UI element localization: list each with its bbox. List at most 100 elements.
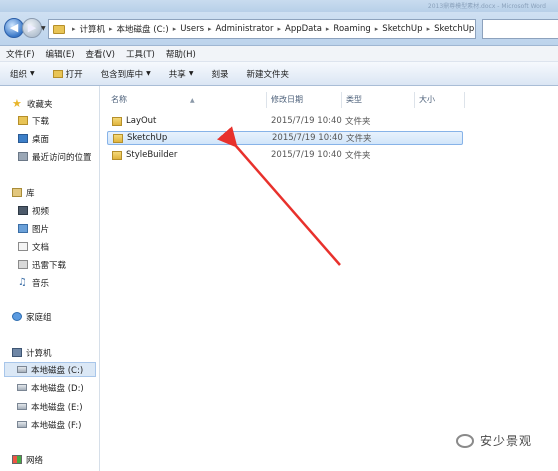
organize-button[interactable]: 组织 ▼ bbox=[10, 68, 35, 80]
file-type: 文件夹 bbox=[345, 117, 371, 127]
menu-edit[interactable]: 编辑(E) bbox=[46, 48, 75, 60]
nav-label: 计算机 bbox=[26, 348, 52, 359]
nav-label: 本地磁盘 (D:) bbox=[31, 383, 84, 394]
network-icon bbox=[12, 455, 22, 464]
crumb-roaming[interactable]: Roaming bbox=[333, 24, 370, 34]
nav-xunlei-downloads[interactable]: 迅雷下载 bbox=[18, 257, 66, 272]
chevron-right-icon[interactable]: ▸ bbox=[326, 25, 330, 33]
window-title: 2013鼎尊模型素材.docx - Microsoft Word bbox=[427, 3, 546, 10]
nav-label: 桌面 bbox=[32, 134, 50, 145]
crumb-computer[interactable]: 计算机 bbox=[80, 23, 106, 35]
back-button[interactable]: ◀ bbox=[4, 18, 24, 38]
new-folder-button[interactable]: 新建文件夹 bbox=[246, 68, 289, 80]
nav-desktop[interactable]: 桌面 bbox=[18, 131, 49, 146]
nav-label: 迅雷下载 bbox=[32, 260, 67, 271]
chevron-right-icon[interactable]: ▸ bbox=[277, 25, 281, 33]
nav-computer[interactable]: 计算机 bbox=[12, 345, 52, 360]
document-icon bbox=[18, 242, 28, 251]
command-bar: 组织 ▼ 打开 包含到库中 ▼ 共享 ▼ 刻录 新建文件夹 bbox=[0, 62, 558, 86]
organize-label: 组织 bbox=[10, 69, 28, 80]
open-folder-icon bbox=[52, 69, 63, 78]
nav-label: 视频 bbox=[32, 206, 50, 217]
column-header-type[interactable]: 类型 bbox=[342, 92, 415, 108]
search-input[interactable] bbox=[482, 19, 558, 39]
burn-button[interactable]: 刻录 bbox=[211, 68, 228, 80]
music-note-icon: ♫ bbox=[18, 277, 27, 288]
chevron-right-icon[interactable]: ▸ bbox=[208, 25, 212, 33]
menu-help[interactable]: 帮助(H) bbox=[166, 48, 196, 60]
column-label: 名称 bbox=[111, 95, 127, 104]
nav-drive-f[interactable]: 本地磁盘 (F:) bbox=[17, 417, 81, 432]
desktop-icon bbox=[18, 134, 28, 143]
share-label: 共享 bbox=[168, 69, 186, 80]
menu-file[interactable]: 文件(F) bbox=[6, 48, 35, 60]
nav-homegroup[interactable]: 家庭组 bbox=[12, 309, 52, 324]
nav-label: 最近访问的位置 bbox=[32, 152, 92, 163]
menu-view[interactable]: 查看(V) bbox=[86, 48, 115, 60]
chevron-right-icon[interactable]: ▸ bbox=[109, 25, 113, 33]
title-bar: 2013鼎尊模型素材.docx - Microsoft Word bbox=[0, 0, 558, 12]
hard-drive-icon bbox=[17, 421, 27, 428]
computer-icon bbox=[12, 348, 22, 357]
nav-documents[interactable]: 文档 bbox=[18, 239, 49, 254]
burn-label: 刻录 bbox=[211, 69, 229, 80]
chevron-right-icon[interactable]: ▸ bbox=[72, 25, 76, 33]
nav-label: 下载 bbox=[32, 116, 50, 127]
nav-label: 家庭组 bbox=[26, 312, 52, 323]
chevron-right-icon[interactable]: ▸ bbox=[427, 25, 431, 33]
chevron-right-icon[interactable]: ▸ bbox=[173, 25, 177, 33]
sort-ascending-icon: ▲ bbox=[190, 97, 195, 104]
crumb-sketchup[interactable]: SketchUp bbox=[382, 24, 422, 34]
nav-label: 音乐 bbox=[32, 278, 50, 289]
dropdown-icon: ▼ bbox=[188, 70, 194, 77]
nav-favorites[interactable]: ★ 收藏夹 bbox=[12, 96, 53, 111]
file-row-layout[interactable]: LayOut 2015/7/19 10:40 文件夹 bbox=[107, 114, 463, 128]
nav-label: 库 bbox=[26, 188, 35, 199]
download-icon bbox=[18, 260, 28, 269]
dropdown-icon: ▼ bbox=[30, 70, 35, 77]
column-header-date[interactable]: 修改日期 bbox=[267, 92, 342, 108]
file-row-stylebuilder[interactable]: StyleBuilder 2015/7/19 10:40 文件夹 bbox=[107, 148, 463, 162]
chevron-right-icon[interactable]: ▸ bbox=[375, 25, 379, 33]
watermark-text: 安少景观 bbox=[480, 434, 533, 448]
open-button[interactable]: 打开 bbox=[52, 68, 83, 80]
crumb-users[interactable]: Users bbox=[180, 24, 204, 34]
nav-label: 网络 bbox=[26, 455, 44, 466]
crumb-drive-c[interactable]: 本地磁盘 (C:) bbox=[117, 23, 169, 35]
nav-drive-e[interactable]: 本地磁盘 (E:) bbox=[17, 399, 83, 414]
nav-label: 文档 bbox=[32, 242, 50, 253]
nav-music[interactable]: ♫ 音乐 bbox=[18, 275, 49, 290]
file-row-sketchup[interactable]: SketchUp 2015/7/19 10:40 文件夹 bbox=[107, 131, 463, 145]
menu-tools[interactable]: 工具(T) bbox=[126, 48, 155, 60]
address-bar[interactable]: ▸ 计算机 ▸ 本地磁盘 (C:) ▸ Users ▸ Administrato… bbox=[48, 19, 476, 39]
nav-label: 本地磁盘 (F:) bbox=[31, 420, 82, 431]
nav-recent-places[interactable]: 最近访问的位置 bbox=[18, 149, 92, 164]
include-label: 包含到库中 bbox=[100, 69, 144, 80]
nav-pictures[interactable]: 图片 bbox=[18, 221, 49, 236]
nav-label: 本地磁盘 (E:) bbox=[31, 402, 83, 413]
share-button[interactable]: 共享 ▼ bbox=[169, 68, 194, 80]
nav-downloads[interactable]: 下载 bbox=[18, 113, 49, 128]
hard-drive-icon bbox=[17, 384, 27, 391]
menu-bar: 文件(F) 编辑(E) 查看(V) 工具(T) 帮助(H) bbox=[0, 46, 558, 62]
nav-network[interactable]: 网络 bbox=[12, 452, 43, 467]
file-type: 文件夹 bbox=[346, 134, 372, 144]
crumb-sketchup-2015[interactable]: SketchUp 2015 bbox=[434, 24, 475, 34]
recent-pages-dropdown-icon[interactable]: ▼ bbox=[41, 25, 46, 32]
forward-button[interactable]: ▶ bbox=[22, 18, 42, 38]
include-in-library-button[interactable]: 包含到库中 ▼ bbox=[101, 68, 151, 80]
crumb-administrator[interactable]: Administrator bbox=[216, 24, 274, 34]
nav-drive-d[interactable]: 本地磁盘 (D:) bbox=[17, 380, 84, 395]
crumb-appdata[interactable]: AppData bbox=[285, 24, 322, 34]
nav-libraries[interactable]: 库 bbox=[12, 185, 35, 200]
nav-drive-c[interactable]: 本地磁盘 (C:) bbox=[4, 362, 96, 377]
watermark: 安少景观 bbox=[456, 432, 532, 449]
column-header-name[interactable]: 名称 ▲ bbox=[107, 92, 267, 108]
address-row: ◀ ▶ ▼ ▸ 计算机 ▸ 本地磁盘 (C:) ▸ Users ▸ Admini… bbox=[0, 12, 558, 46]
nav-videos[interactable]: 视频 bbox=[18, 203, 49, 218]
dropdown-icon: ▼ bbox=[146, 70, 151, 77]
recent-places-icon bbox=[18, 152, 28, 161]
nav-label: 收藏夹 bbox=[27, 99, 53, 110]
column-header-size[interactable]: 大小 bbox=[415, 92, 465, 108]
hard-drive-icon bbox=[17, 366, 27, 373]
